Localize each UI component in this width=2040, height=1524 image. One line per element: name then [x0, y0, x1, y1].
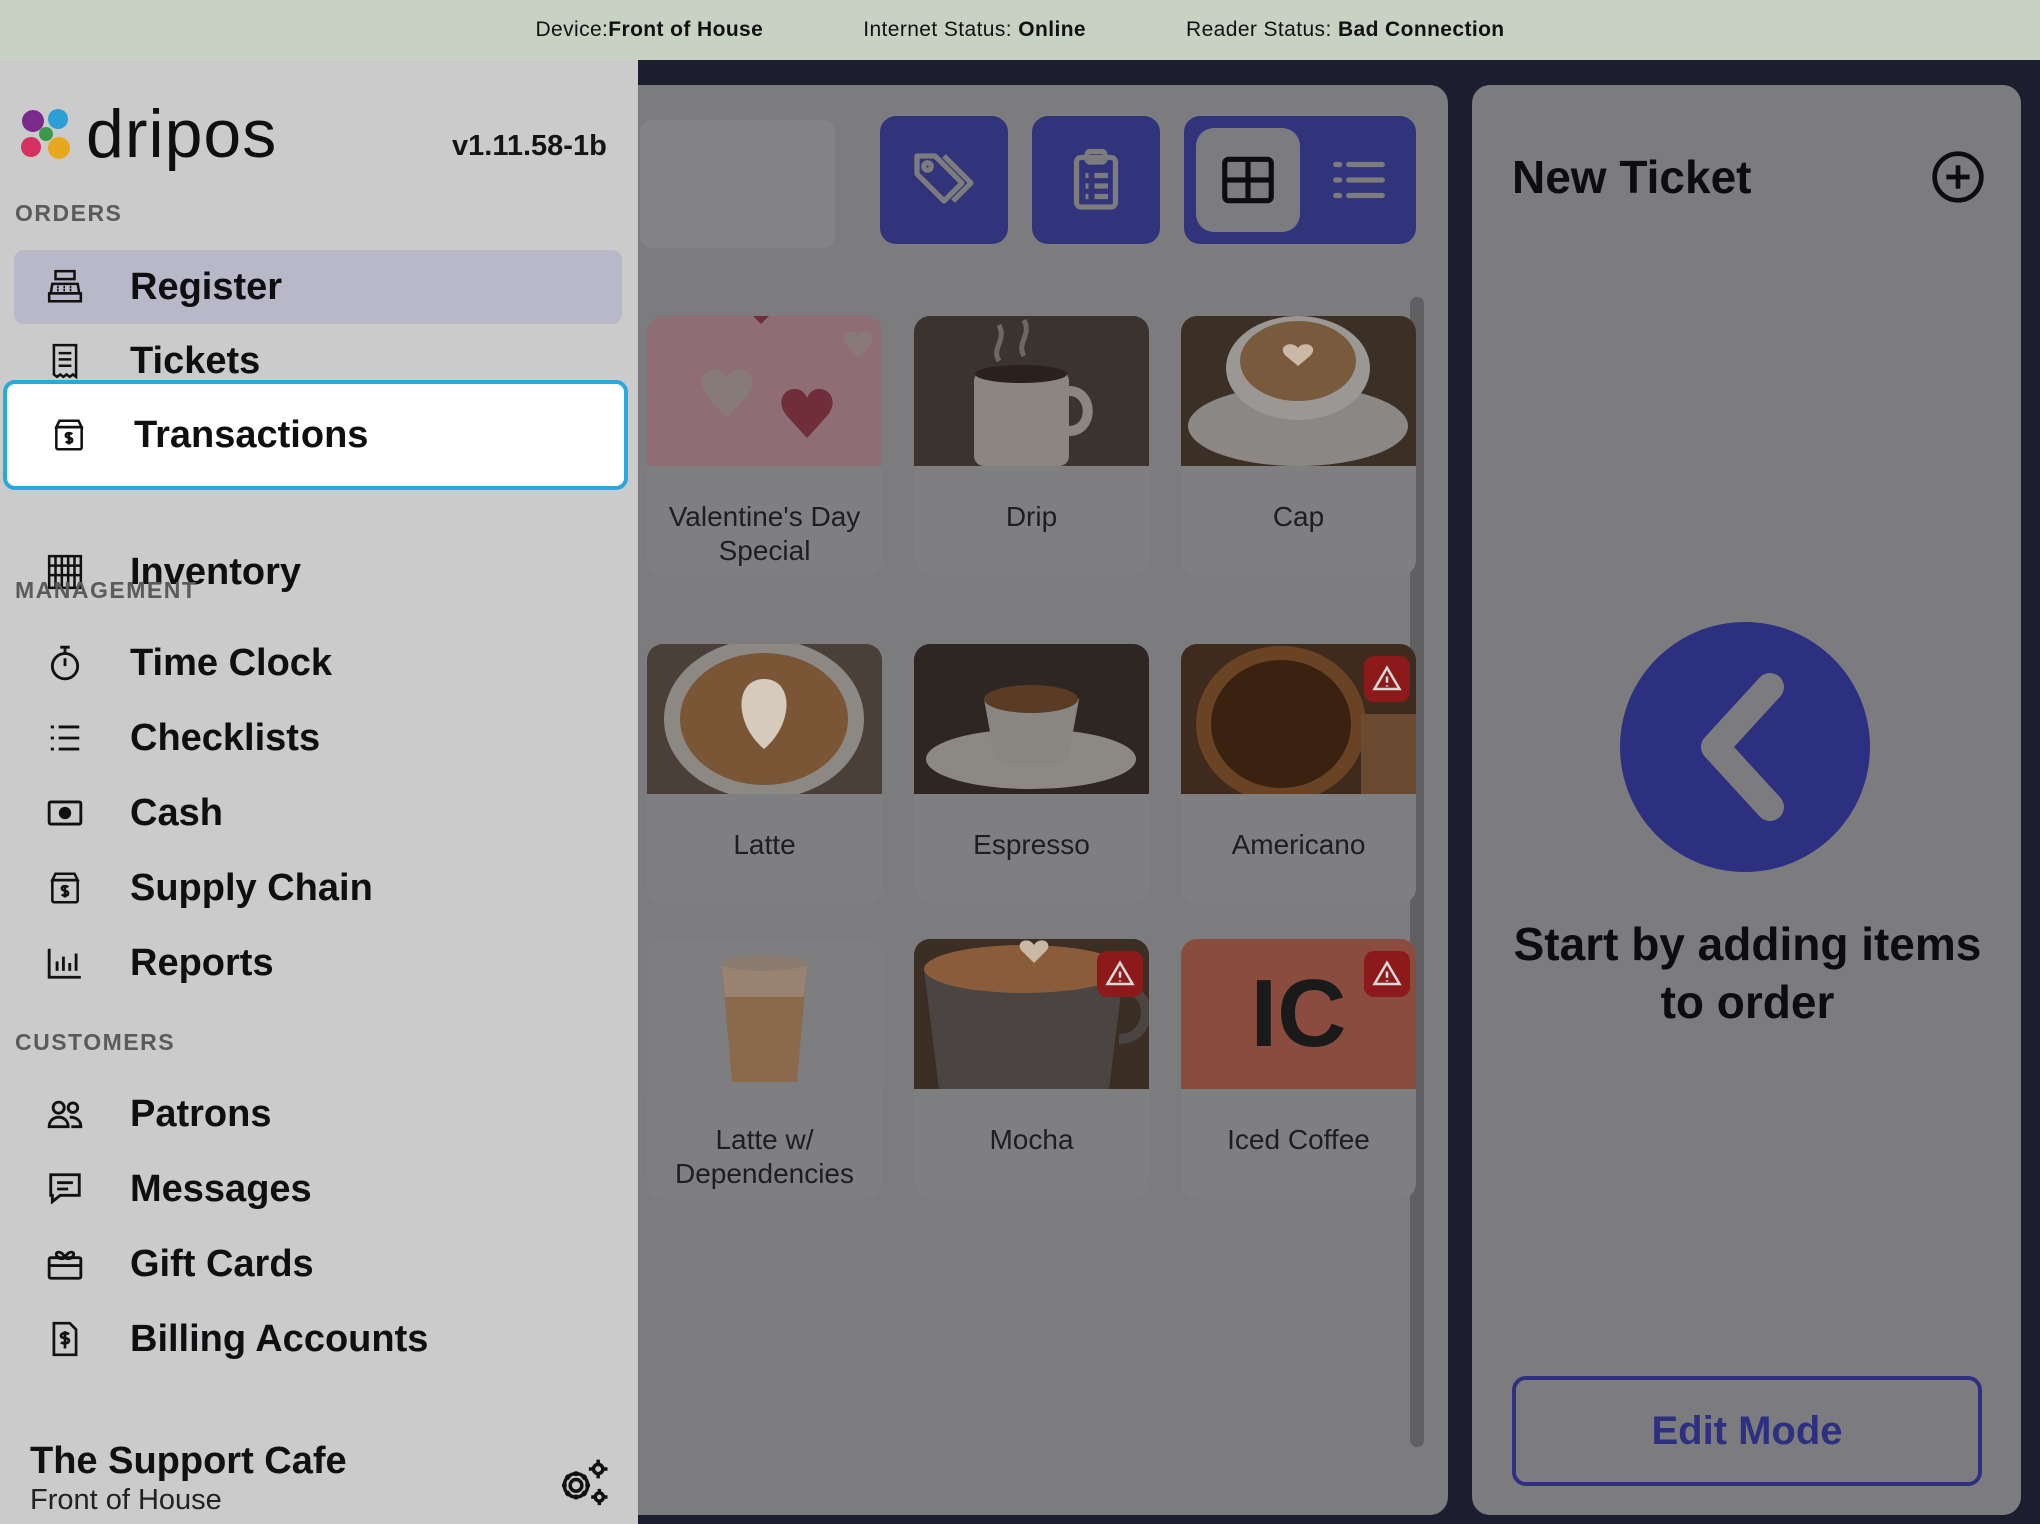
- product-tile[interactable]: Espresso: [914, 644, 1149, 904]
- sidebar-item-billing-accounts[interactable]: Billing Accounts: [14, 1302, 622, 1376]
- sidebar-item-label: Gift Cards: [130, 1242, 314, 1285]
- grid-view-button[interactable]: [1196, 128, 1300, 232]
- clipboard-icon: [1073, 148, 1119, 210]
- americano-image: [1181, 644, 1416, 794]
- sidebar-item-messages[interactable]: Messages: [14, 1152, 622, 1226]
- warning-badge: [1364, 951, 1410, 997]
- sidebar-item-label: Messages: [130, 1167, 312, 1210]
- grid-icon: [1222, 156, 1274, 204]
- product-name: Latte: [733, 829, 796, 860]
- product-name: Americano: [1231, 829, 1366, 860]
- sidebar-item-label: Transactions: [134, 413, 369, 456]
- sidebar-item-reports[interactable]: Reports: [14, 926, 622, 1000]
- iced-coffee-placeholder: IC: [1181, 939, 1416, 1089]
- product-tile[interactable]: Cap: [1181, 316, 1416, 576]
- cash-register-icon: [44, 266, 86, 308]
- stopwatch-icon: [44, 642, 86, 684]
- sidebar-item-label: Register: [130, 265, 283, 308]
- list-icon: [1333, 161, 1385, 199]
- product-tile[interactable]: Valentine's Day Special: [647, 316, 882, 576]
- cap-image: [1181, 316, 1416, 466]
- edit-mode-button[interactable]: Edit Mode: [1512, 1376, 1982, 1486]
- receipt-icon: [44, 340, 86, 382]
- product-tile[interactable]: Drip: [914, 316, 1149, 576]
- sidebar-item-transactions[interactable]: Transactions: [3, 380, 628, 490]
- warning-badge: [1097, 951, 1143, 997]
- transaction-box-icon: [48, 414, 90, 456]
- sidebar-item-label: Time Clock: [130, 641, 333, 684]
- view-toggle: [1184, 116, 1416, 244]
- espresso-image: [914, 644, 1149, 794]
- reader-status: Reader Status: Bad Connection: [1186, 18, 1505, 41]
- ticket-title: New Ticket: [1512, 151, 1752, 203]
- product-name: Iced Coffee: [1227, 1124, 1370, 1155]
- empty-ticket-message: Start by adding items to order: [1513, 918, 1982, 1028]
- product-tile[interactable]: Mocha: [914, 939, 1149, 1199]
- sidebar-item-label: Patrons: [130, 1092, 272, 1135]
- section-management: MANAGEMENT: [15, 577, 198, 603]
- sidebar-item-label: Billing Accounts: [130, 1317, 429, 1360]
- list-view-button[interactable]: [1314, 128, 1404, 232]
- latte-image: [647, 644, 882, 794]
- sidebar-item-label: Cash: [130, 791, 223, 834]
- internet-status: Internet Status: Online: [863, 18, 1087, 41]
- latte-dependencies-image: [647, 939, 882, 1089]
- sidebar-item-label: Tickets: [130, 339, 261, 382]
- location-name: The Support Cafe: [30, 1440, 347, 1482]
- product-tile[interactable]: IC Iced Coffee: [1181, 939, 1416, 1199]
- logo: dripos: [16, 100, 277, 168]
- invoice-icon: [44, 1318, 86, 1360]
- add-ticket-icon[interactable]: [1930, 149, 1986, 205]
- product-name: Latte w/ Dependencies: [674, 1124, 855, 1189]
- gift-card-icon: [44, 1243, 86, 1285]
- status-bar: Device:Front of House Internet Status: O…: [0, 0, 2040, 60]
- product-tile[interactable]: Americano: [1181, 644, 1416, 904]
- sidebar: dripos v1.11.58-1b ORDERS Register Ticke…: [0, 60, 638, 1524]
- device-name: Front of House: [30, 1484, 222, 1516]
- section-customers: CUSTOMERS: [15, 1029, 176, 1055]
- section-orders: ORDERS: [15, 200, 123, 226]
- product-tile[interactable]: Latte: [647, 644, 882, 904]
- sidebar-item-checklists[interactable]: Checklists: [14, 701, 622, 775]
- sidebar-item-register[interactable]: Register: [14, 250, 622, 324]
- drip-image: [914, 316, 1149, 466]
- device-status: Device:Front of House: [535, 18, 764, 41]
- box-dollar-icon: [44, 867, 86, 909]
- list-icon: [44, 717, 86, 759]
- app-version: v1.11.58-1b: [452, 130, 607, 162]
- clipboard-button[interactable]: [1032, 116, 1160, 244]
- logo-text: dripos: [86, 96, 278, 172]
- product-name: Cap: [1272, 501, 1325, 532]
- mocha-image: [914, 939, 1149, 1089]
- message-icon: [44, 1168, 86, 1210]
- users-icon: [44, 1093, 86, 1135]
- product-name: Valentine's Day Special: [668, 501, 861, 566]
- back-arrow-button[interactable]: [1620, 622, 1870, 872]
- warning-badge: [1364, 656, 1410, 702]
- settings-gears-icon[interactable]: [555, 1455, 611, 1511]
- tag-icon: [914, 153, 974, 204]
- discount-button[interactable]: [880, 116, 1008, 244]
- sidebar-item-gift-cards[interactable]: Gift Cards: [14, 1227, 622, 1301]
- dripos-logo-icon: [21, 109, 70, 159]
- warning-icon: [1372, 665, 1402, 691]
- valentines-image: [647, 316, 882, 466]
- sidebar-item-label: Reports: [130, 941, 274, 984]
- sidebar-item-time-clock[interactable]: Time Clock: [14, 626, 622, 700]
- product-name: Espresso: [973, 829, 1090, 860]
- sidebar-item-label: Supply Chain: [130, 866, 373, 909]
- sidebar-item-supply-chain[interactable]: Supply Chain: [14, 851, 622, 925]
- product-name: Drip: [1005, 501, 1058, 532]
- sidebar-item-cash[interactable]: Cash: [14, 776, 622, 850]
- product-tile[interactable]: Latte w/ Dependencies: [647, 939, 882, 1199]
- product-name: Mocha: [989, 1124, 1074, 1155]
- sidebar-item-patrons[interactable]: Patrons: [14, 1077, 622, 1151]
- banknote-icon: [44, 792, 86, 834]
- warning-icon: [1105, 960, 1135, 986]
- search-area: [640, 120, 835, 248]
- chevron-left-icon: [1701, 673, 1784, 821]
- bar-chart-icon: [44, 942, 86, 984]
- sidebar-item-label: Checklists: [130, 716, 321, 759]
- warning-icon: [1372, 960, 1402, 986]
